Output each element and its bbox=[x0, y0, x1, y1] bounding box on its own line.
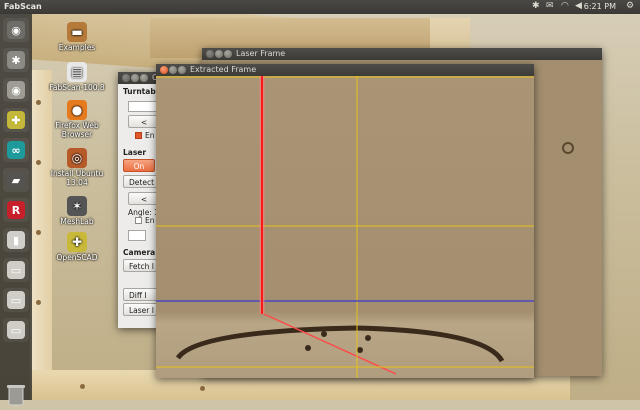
trash-icon[interactable] bbox=[4, 382, 28, 408]
turntable-hole bbox=[365, 335, 371, 341]
launcher: ◉ ✱ ◉ ✚ ∞ ▰ R ▮ ▭ ▭ ▭ bbox=[0, 14, 32, 406]
turntable-hole bbox=[357, 347, 363, 353]
launcher-item[interactable]: R bbox=[3, 198, 29, 222]
wallpaper-hole bbox=[36, 100, 41, 105]
firefox-icon: ● bbox=[67, 100, 87, 120]
launcher-item[interactable]: ▮ bbox=[3, 228, 29, 252]
desktop-icon[interactable]: ✚ OpenSCAD bbox=[42, 232, 112, 262]
maximize-icon[interactable] bbox=[140, 74, 148, 82]
folder-icon: ▬ bbox=[67, 22, 87, 42]
minimize-icon[interactable] bbox=[215, 50, 223, 58]
desktop-icon-label: FabScan-100.8 bbox=[49, 83, 105, 92]
launcher-item[interactable]: ◉ bbox=[3, 78, 29, 102]
usb-drive-icon: ▰ bbox=[7, 171, 25, 189]
turntable-hole bbox=[321, 331, 327, 337]
wallpaper-hole bbox=[200, 386, 205, 391]
diff-image-button[interactable]: Diff I bbox=[123, 288, 159, 301]
launcher-item[interactable]: ✚ bbox=[3, 108, 29, 132]
laser-enable-label: En bbox=[145, 216, 155, 225]
desktop-icon[interactable]: ✶ MeshLab bbox=[42, 196, 112, 226]
launcher-item[interactable]: ▰ bbox=[3, 168, 29, 192]
launcher-item[interactable]: ∞ bbox=[3, 138, 29, 162]
laser-image-button[interactable]: Laser I bbox=[123, 303, 159, 316]
wallpaper-hole bbox=[80, 384, 85, 389]
repetier-icon: R bbox=[7, 201, 25, 219]
clock[interactable]: 6:21 PM bbox=[584, 2, 616, 11]
openscad-icon: ✚ bbox=[7, 111, 25, 129]
minimize-icon[interactable] bbox=[169, 66, 177, 74]
disk-icon: ▭ bbox=[7, 291, 25, 309]
launcher-item[interactable]: ▭ bbox=[3, 258, 29, 282]
desktop-icon-label: Examples bbox=[58, 43, 96, 52]
desktop-icon-label: MeshLab bbox=[60, 217, 94, 226]
desktop-icon-label: Firefox Web Browser bbox=[55, 121, 99, 139]
laser-enable-checkbox[interactable] bbox=[135, 217, 142, 224]
maximize-icon[interactable] bbox=[224, 50, 232, 58]
desktop-icon-label: Install Ubuntu 13.04 bbox=[50, 169, 104, 187]
extracted-frame-titlebar[interactable]: Extracted Frame bbox=[156, 64, 534, 76]
laser-frame-title: Laser Frame bbox=[236, 49, 286, 58]
arduino-icon: ∞ bbox=[7, 141, 25, 159]
desktop-icon[interactable]: ◎ Install Ubuntu 13.04 bbox=[42, 148, 112, 187]
volume-icon[interactable]: ◀ bbox=[575, 1, 582, 11]
install-icon: ◎ bbox=[67, 148, 87, 168]
detect-button[interactable]: Detect bbox=[123, 175, 159, 188]
wallpaper-hole bbox=[36, 230, 41, 235]
turntable-hole bbox=[305, 345, 311, 351]
camera-label: Camera bbox=[123, 248, 156, 257]
close-icon[interactable] bbox=[206, 50, 214, 58]
app-title: FabScan bbox=[4, 2, 42, 11]
launcher-item[interactable]: ▭ bbox=[3, 288, 29, 312]
turntable-enable-checkbox[interactable] bbox=[135, 132, 142, 139]
camera-frame-background bbox=[156, 76, 534, 378]
fetch-frame-button[interactable]: Fetch I bbox=[123, 259, 159, 272]
disk-icon: ▭ bbox=[7, 321, 25, 339]
launcher-item[interactable]: ▭ bbox=[3, 318, 29, 342]
bluetooth-icon[interactable]: ✱ bbox=[532, 1, 540, 11]
usb-stick-icon: ▮ bbox=[7, 231, 25, 249]
extracted-frame-window[interactable]: Extracted Frame bbox=[156, 64, 534, 378]
top-panel: FabScan ✱ ✉ ◠ ◀ 6:21 PM ⚙ bbox=[0, 0, 640, 14]
wifi-icon[interactable]: ◠ bbox=[561, 1, 569, 11]
laser-angle-input[interactable] bbox=[128, 230, 146, 241]
file-icon: ▤ bbox=[67, 62, 87, 82]
mail-icon[interactable]: ✉ bbox=[546, 1, 554, 11]
maximize-icon[interactable] bbox=[178, 66, 186, 74]
fabscan-app-icon: ✱ bbox=[7, 51, 25, 69]
desktop-icon[interactable]: ▬ Examples bbox=[42, 22, 112, 52]
openscad-icon: ✚ bbox=[67, 232, 87, 252]
laser-label: Laser bbox=[123, 148, 147, 157]
laser-on-button[interactable]: On bbox=[123, 159, 155, 172]
desktop-icon[interactable]: ● Firefox Web Browser bbox=[42, 100, 112, 139]
launcher-item[interactable]: ✱ bbox=[3, 48, 29, 72]
wallpaper-hole bbox=[36, 160, 41, 165]
gear-icon[interactable]: ⚙ bbox=[626, 1, 634, 11]
launcher-item[interactable]: ◉ bbox=[3, 18, 29, 42]
minimize-icon[interactable] bbox=[131, 74, 139, 82]
dash-home-icon: ◉ bbox=[7, 21, 25, 39]
wallpaper-hole bbox=[36, 300, 41, 305]
meshlab-icon: ✶ bbox=[67, 196, 87, 216]
disk-icon: ▭ bbox=[7, 261, 25, 279]
desktop-icon[interactable]: ▤ FabScan-100.8 bbox=[42, 62, 112, 92]
close-icon[interactable] bbox=[160, 66, 168, 74]
turntable-enable-label: En bbox=[145, 131, 155, 140]
desktop-icon-label: OpenSCAD bbox=[56, 253, 98, 262]
eye-icon: ◉ bbox=[7, 81, 25, 99]
extracted-frame-title: Extracted Frame bbox=[190, 65, 257, 74]
close-icon[interactable] bbox=[122, 74, 130, 82]
extracted-frame-image bbox=[156, 76, 534, 378]
laser-frame-titlebar[interactable]: Laser Frame bbox=[202, 48, 602, 60]
